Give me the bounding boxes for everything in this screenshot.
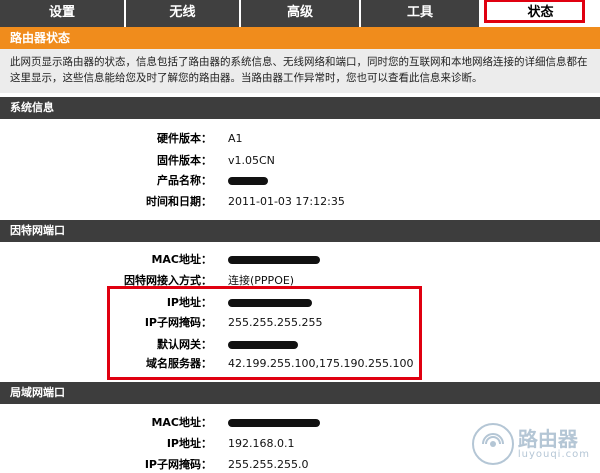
tab-status[interactable]: 状态 [481, 0, 600, 27]
highlight-box [107, 286, 422, 380]
redacted-mark [228, 177, 268, 185]
redacted-mark [228, 256, 320, 264]
hardware-version-label: 硬件版本： [157, 132, 212, 145]
lan-ip-label: IP地址： [166, 437, 212, 450]
product-name-value [228, 171, 268, 191]
section-header-internet-port: 因特网端口 [0, 220, 600, 242]
top-nav: 设置 无线 高级 工具 状态 [0, 0, 600, 27]
router-logo-icon [471, 423, 514, 465]
info-row: 硬件版本： A1 [0, 129, 600, 149]
system-info-section: 硬件版本： A1 固件版本： v1.05CN 产品名称： 时间和日期： 2011… [0, 119, 600, 222]
lan-subnet-label: IP子网掩码： [144, 458, 212, 471]
tab-tools[interactable]: 工具 [361, 0, 481, 27]
page-description: 此网页显示路由器的状态，信息包括了路由器的系统信息、无线网络和端口，同时您的互联… [0, 49, 600, 93]
section-header-lan-port: 局域网端口 [0, 382, 600, 404]
tab-status-label: 状态 [527, 5, 554, 20]
tab-setup[interactable]: 设置 [0, 0, 126, 27]
watermark-url: luyouqi.com [517, 448, 590, 460]
info-row: 时间和日期： 2011-01-03 17:12:35 [0, 192, 600, 212]
date-time-label: 时间和日期： [146, 195, 212, 208]
info-row: 产品名称： [0, 171, 600, 191]
tab-advanced[interactable]: 高级 [241, 0, 361, 27]
router-status-page: 设置 无线 高级 工具 状态 路由器状态 此网页显示路由器的状态，信息包括了路由… [0, 0, 600, 473]
hardware-version-value: A1 [228, 132, 243, 145]
lan-subnet-value: 255.255.255.0 [228, 458, 309, 471]
product-name-label: 产品名称： [157, 174, 212, 187]
info-row: MAC地址： [0, 250, 600, 270]
firmware-version-label: 固件版本： [157, 154, 212, 167]
redacted-mark [228, 419, 320, 427]
date-time-value: 2011-01-03 17:12:35 [228, 195, 345, 208]
watermark-name: 路由器 [517, 426, 578, 451]
firmware-version-value: v1.05CN [228, 154, 275, 167]
info-row: 固件版本： v1.05CN [0, 151, 600, 171]
wan-mac-label: MAC地址： [151, 253, 212, 266]
lan-ip-value: 192.168.0.1 [228, 437, 295, 450]
section-header-system-info: 系统信息 [0, 97, 600, 119]
tab-wireless[interactable]: 无线 [126, 0, 241, 27]
watermark: 路由器 luyouqi.com [471, 423, 590, 465]
wan-mac-value [228, 250, 320, 270]
page-title: 路由器状态 [0, 27, 600, 49]
lan-mac-label: MAC地址： [151, 416, 212, 429]
lan-mac-value [228, 413, 320, 433]
